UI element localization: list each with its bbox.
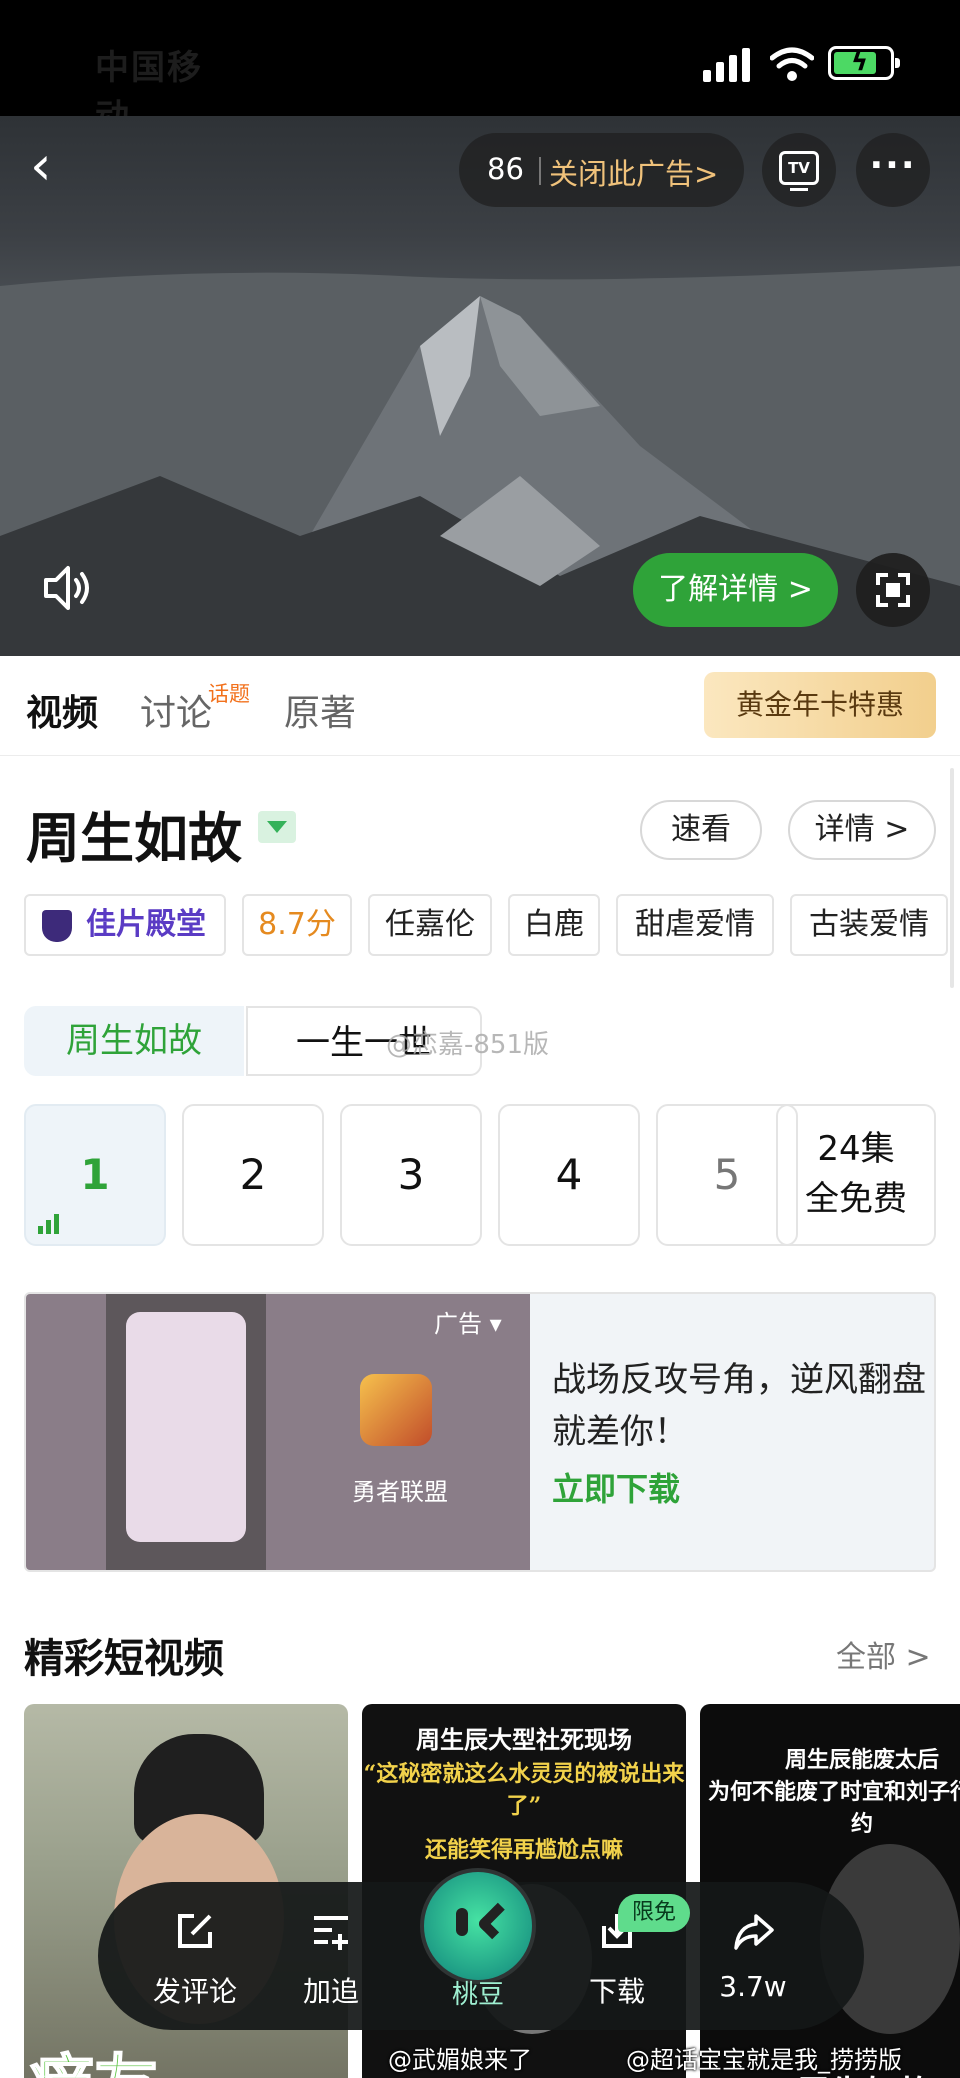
share-icon	[734, 1914, 774, 1950]
video-caption: 周生辰能废太后	[784, 1747, 939, 1773]
share-button[interactable]: 3.7w	[698, 1882, 808, 2030]
free-badge: 限免	[618, 1894, 691, 1932]
episode-count: 24集	[817, 1129, 895, 1169]
ad-label[interactable]: 广告 ▾	[434, 1304, 502, 1339]
download-label: 下载	[588, 1975, 645, 2008]
short-videos-title: 精彩短视频	[24, 1636, 224, 1682]
tab-bar: 视频 讨论 话题 原著 黄金年卡特惠	[0, 656, 960, 756]
ad-media: 广告 ▾ 勇者联盟	[26, 1294, 530, 1570]
follow-button[interactable]: 加追	[276, 1882, 386, 2030]
video-subcaption: 还能笑得再尴尬点嘛	[424, 1837, 623, 1863]
tag-actor-1[interactable]: 任嘉伦	[368, 894, 492, 956]
footer-watermark-1: @武媚娘来了	[388, 2046, 532, 2074]
video-subcaption: 为何不能废了时宜和刘子行的婚约	[707, 1779, 960, 1837]
free-label: 全免费	[805, 1179, 907, 1219]
vip-icon	[258, 811, 296, 843]
all-episodes-button[interactable]: 24集 全免费	[776, 1104, 936, 1246]
learn-more-button[interactable]: 了解详情 >	[633, 553, 838, 627]
episode-2[interactable]: 2	[182, 1104, 324, 1246]
taodou-mascot-button[interactable]	[420, 1868, 536, 1984]
topic-badge: 话题	[208, 682, 250, 706]
fullscreen-icon[interactable]	[856, 553, 930, 627]
status-bar: 中国移动 ϟ	[0, 0, 960, 137]
ad-phone-image	[106, 1294, 266, 1570]
video-caption: 周生辰大型社死现场	[416, 1725, 632, 1754]
follow-label: 加追	[302, 1975, 359, 2008]
quick-view-button[interactable]: 速看	[640, 800, 762, 860]
playing-icon	[38, 1214, 60, 1234]
back-button[interactable]: ‹	[30, 136, 90, 196]
tag-genre-1[interactable]: 甜虐爱情	[616, 894, 774, 956]
share-count: 3.7w	[719, 1970, 787, 2003]
video-subcaption: “这秘密就这么水灵灵的被说出来了”	[363, 1761, 685, 1819]
more-button[interactable]: ···	[856, 133, 930, 207]
tag-actor-2[interactable]: 白鹿	[508, 894, 600, 956]
season-tab-1[interactable]: 周生如故	[24, 1006, 244, 1076]
episode-4[interactable]: 4	[498, 1104, 640, 1246]
battery-icon: ϟ	[828, 46, 900, 80]
speaker-icon[interactable]	[38, 558, 98, 618]
tag-genre-2[interactable]: 古装爱情	[790, 894, 948, 956]
ad-banner[interactable]: 广告 ▾ 勇者联盟 战场反攻号角，逆风翻盘就差你！ 立即下载	[24, 1292, 936, 1572]
footer-watermark-2: @超话宝宝就是我_捞捞版	[626, 2046, 902, 2074]
taodou-label: 桃豆	[451, 1980, 504, 2010]
close-ad-link[interactable]: 关闭此广告>	[549, 151, 718, 193]
ad-close-pill[interactable]: 86 关闭此广告>	[459, 133, 744, 207]
tab-original[interactable]: 原著	[284, 684, 356, 736]
wifi-icon	[770, 47, 814, 81]
ad-countdown: 86	[487, 152, 524, 186]
tag-hall-of-fame[interactable]: 佳片殿堂	[24, 894, 226, 956]
ad-text: 战场反攻号角，逆风翻盘就差你！	[552, 1360, 926, 1452]
ad-download-button[interactable]: 立即下载	[552, 1464, 680, 1510]
divider	[539, 157, 541, 185]
short-videos-all-link[interactable]: 全部 >	[836, 1632, 931, 1676]
status-carrier: 中国移动	[95, 48, 203, 137]
tv-icon: TV	[779, 151, 819, 191]
watermark: @恋嘉-851版	[386, 1030, 550, 1060]
episode-number: 1	[80, 1150, 110, 1199]
bottom-action-bar: 发评论 加追 桃豆 下载 限免 3.7w	[98, 1868, 864, 2030]
tab-discussion[interactable]: 讨论	[140, 684, 212, 736]
edit-icon	[178, 1914, 212, 1948]
content-sheet: 视频 讨论 话题 原著 黄金年卡特惠 周生如故 速看 详情 > 佳片殿堂 8.7…	[0, 656, 960, 2078]
scrollbar[interactable]	[950, 768, 954, 988]
gold-annual-card-banner[interactable]: 黄金年卡特惠	[704, 672, 936, 738]
add-list-icon	[314, 1916, 348, 1950]
tag-label: 佳片殿堂	[86, 907, 206, 942]
app-icon	[360, 1374, 432, 1446]
tab-video[interactable]: 视频	[26, 684, 98, 736]
details-button[interactable]: 详情 >	[788, 800, 936, 860]
signal-icon	[703, 48, 751, 82]
episode-1[interactable]: 1	[24, 1104, 166, 1246]
cast-tv-button[interactable]: TV	[762, 133, 836, 207]
comment-button[interactable]: 发评论	[140, 1882, 250, 2030]
show-title: 周生如故	[26, 807, 242, 870]
shield-icon	[42, 910, 72, 942]
video-player[interactable]: ‹ 86 关闭此广告> TV ··· 了解详情 >	[0, 116, 960, 656]
ad-app-name: 勇者联盟	[352, 1478, 448, 1506]
video-caption: 痒友	[29, 2034, 159, 2078]
episode-3[interactable]: 3	[340, 1104, 482, 1246]
tag-score[interactable]: 8.7分	[242, 894, 352, 956]
comment-label: 发评论	[152, 1975, 237, 2008]
